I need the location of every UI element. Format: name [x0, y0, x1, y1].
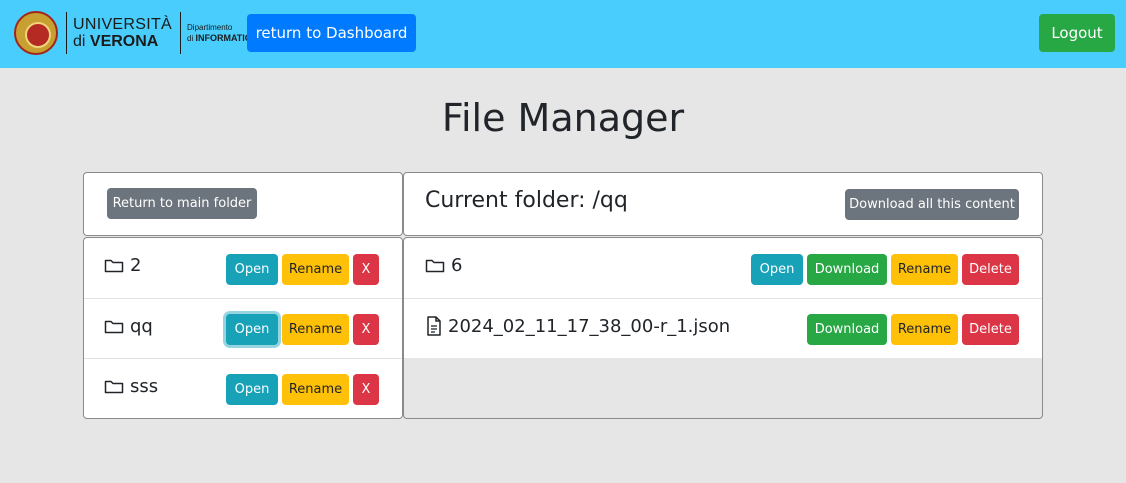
delete-item-button[interactable]: Delete	[962, 254, 1019, 285]
row-divider	[84, 298, 402, 299]
open-folder-button[interactable]: Open	[226, 254, 278, 285]
rename-folder-button[interactable]: Rename	[282, 374, 349, 405]
list-item[interactable]: 2	[104, 254, 141, 276]
row-divider	[84, 358, 402, 359]
folder-list-panel: 2 Open Rename X qq Open Rename X sss Ope…	[83, 237, 403, 419]
rename-item-button[interactable]: Rename	[891, 254, 958, 285]
item-name: 2024_02_11_17_38_00-r_1.json	[448, 315, 731, 337]
navbar: UNIVERSITÀ di VERONA Dipartimento di INF…	[0, 0, 1126, 68]
content-list-panel: 6 Open Download Rename Delete 2024_02_11…	[403, 237, 1043, 419]
folder-icon	[104, 378, 124, 394]
list-item[interactable]: 2024_02_11_17_38_00-r_1.json	[426, 314, 730, 338]
download-all-button[interactable]: Download all this content	[845, 189, 1019, 220]
university-name: UNIVERSITÀ di VERONA	[73, 16, 172, 50]
logo-divider-2	[180, 12, 182, 54]
page-title: File Manager	[441, 96, 685, 140]
open-folder-button[interactable]: Open	[226, 314, 278, 345]
download-item-button[interactable]: Download	[807, 254, 887, 285]
delete-folder-button[interactable]: X	[353, 314, 379, 345]
logo-divider	[66, 12, 67, 54]
folder-icon	[104, 257, 124, 273]
right-header-panel: Current folder: /qq Download all this co…	[403, 172, 1043, 236]
item-name: 6	[451, 254, 463, 276]
folder-name: 2	[130, 254, 142, 276]
folder-icon	[425, 257, 445, 273]
open-folder-button[interactable]: Open	[226, 374, 278, 405]
university-name-prefix: di	[73, 33, 86, 50]
university-logo[interactable]: UNIVERSITÀ di VERONA Dipartimento di INF…	[14, 10, 258, 56]
left-header-panel: Return to main folder	[83, 172, 403, 236]
delete-folder-button[interactable]: X	[353, 374, 379, 405]
folder-name: qq	[130, 315, 153, 337]
list-item[interactable]: 6	[425, 254, 462, 276]
university-name-line1: UNIVERSITÀ	[73, 16, 173, 33]
logout-button[interactable]: Logout	[1039, 14, 1115, 52]
rename-folder-button[interactable]: Rename	[282, 254, 349, 285]
rename-item-button[interactable]: Rename	[891, 314, 958, 345]
return-to-dashboard-button[interactable]: return to Dashboard	[247, 14, 416, 52]
file-icon	[426, 316, 442, 336]
list-item[interactable]: sss	[104, 375, 158, 397]
delete-folder-button[interactable]: X	[353, 254, 379, 285]
current-folder-label: Current folder: /qq	[425, 188, 628, 213]
list-item[interactable]: qq	[104, 315, 153, 337]
row-divider	[404, 298, 1042, 299]
university-name-city: VERONA	[89, 33, 159, 50]
return-to-main-folder-button[interactable]: Return to main folder	[107, 188, 257, 219]
folder-name: sss	[130, 375, 159, 397]
download-item-button[interactable]: Download	[807, 314, 887, 345]
folder-icon	[104, 318, 124, 334]
delete-item-button[interactable]: Delete	[962, 314, 1019, 345]
department-prefix: di	[187, 34, 194, 43]
open-item-button[interactable]: Open	[751, 254, 803, 285]
university-seal-icon	[14, 11, 58, 55]
rename-folder-button[interactable]: Rename	[282, 314, 349, 345]
